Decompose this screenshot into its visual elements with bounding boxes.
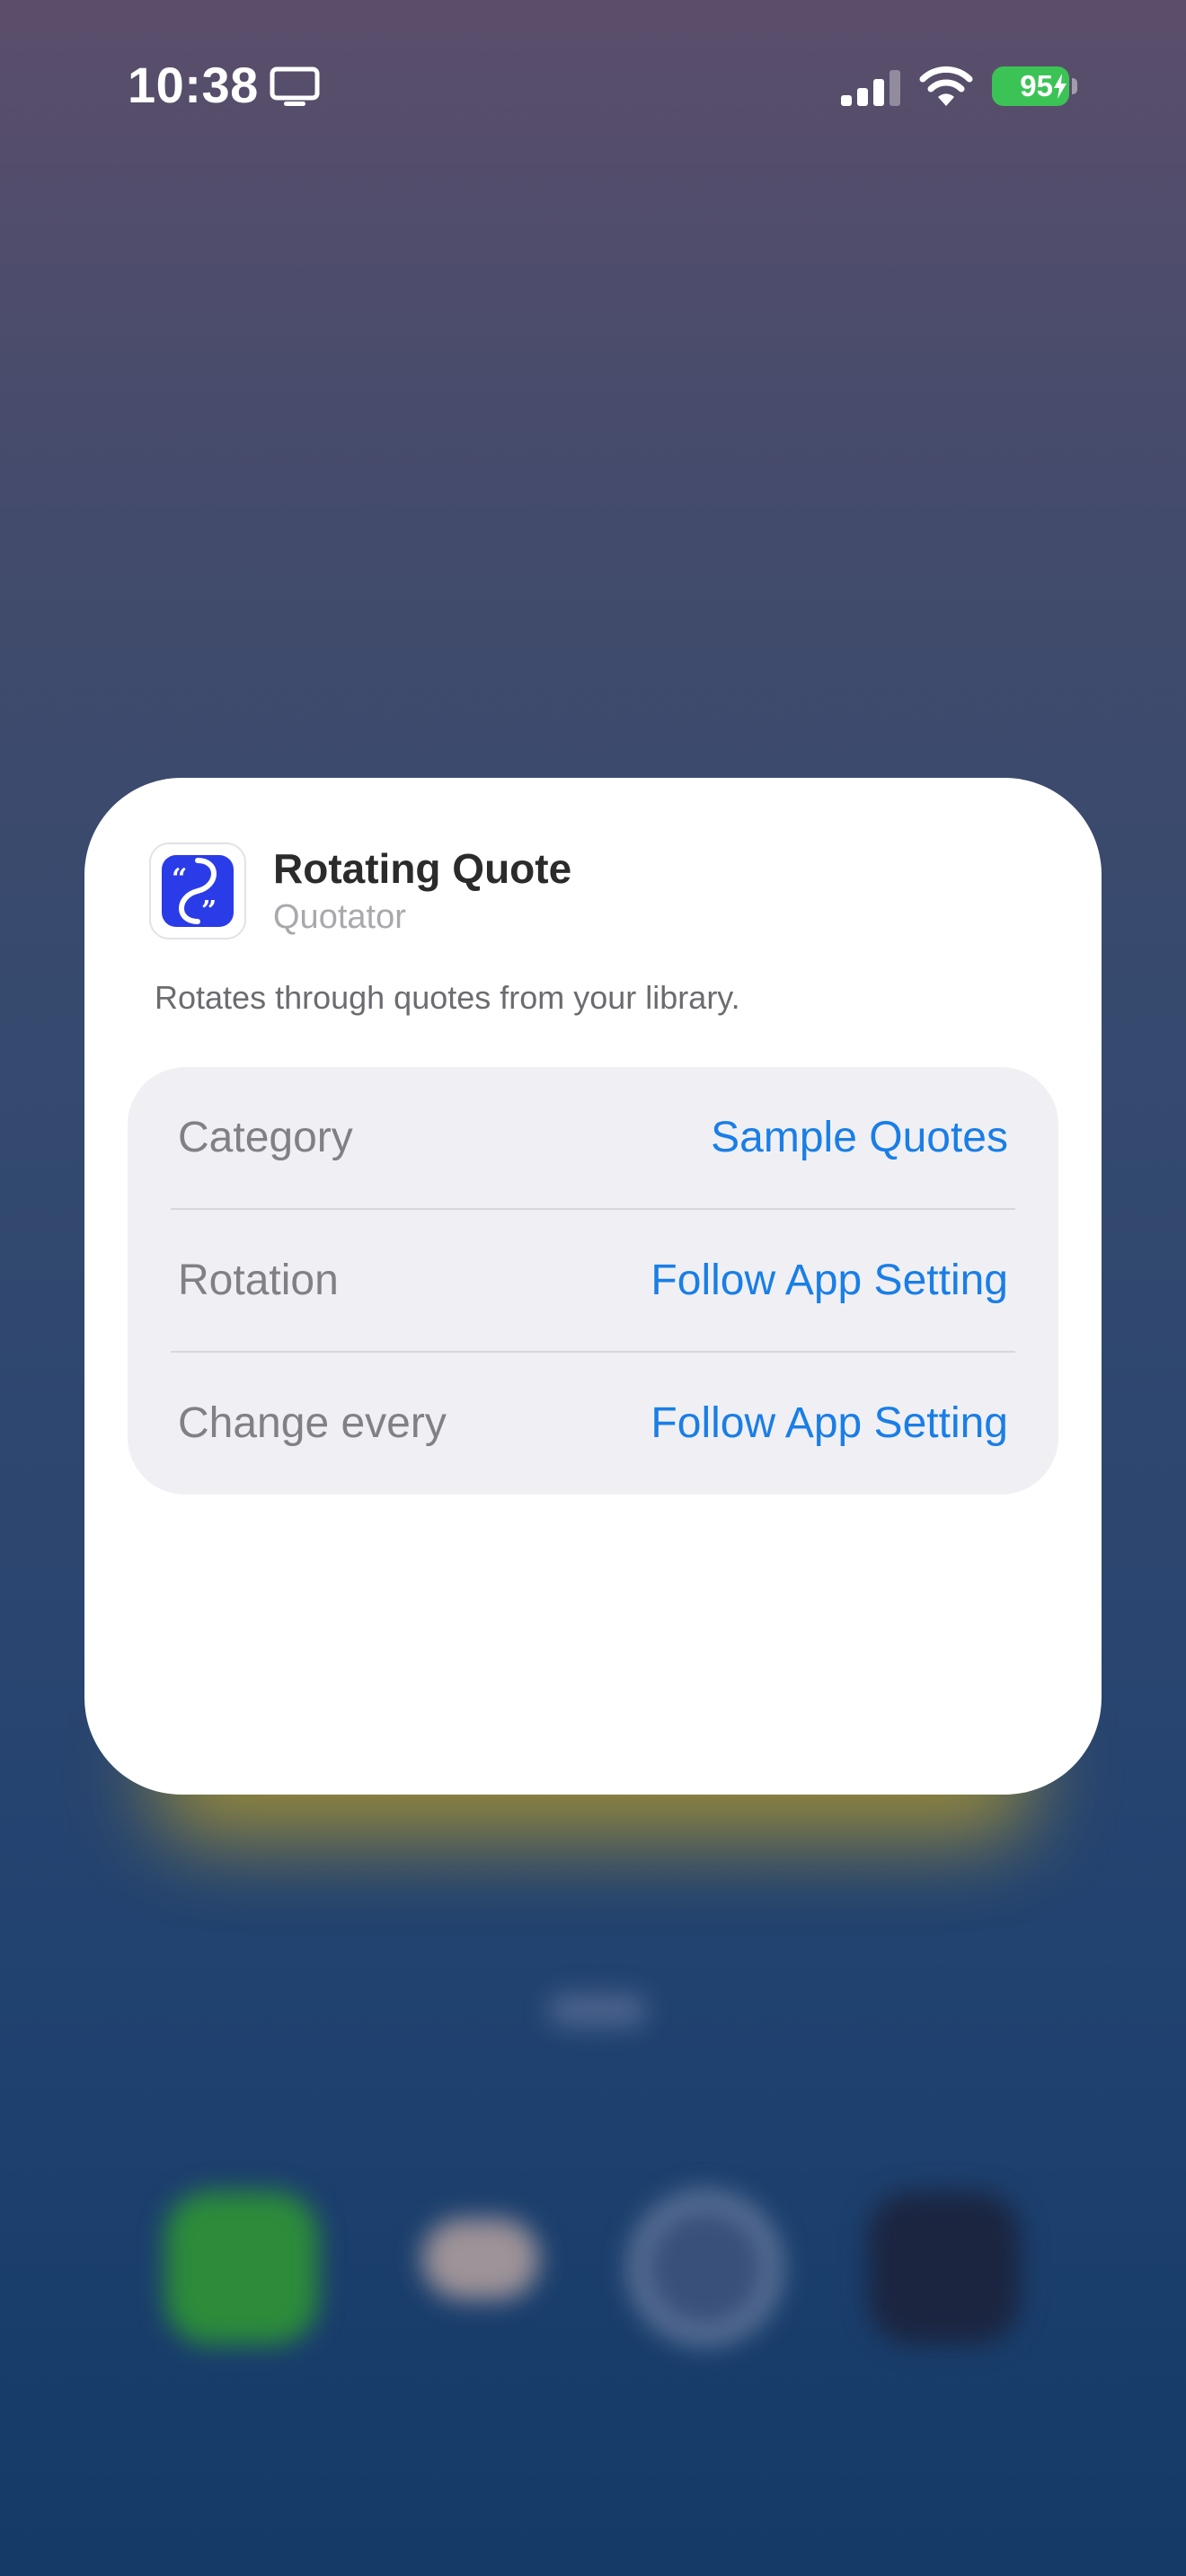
rotation-value-button[interactable]: Follow App Setting: [651, 1210, 1008, 1352]
app-name: Quotator: [273, 898, 406, 936]
change-every-value-button[interactable]: Follow App Setting: [651, 1353, 1008, 1495]
dock-safari-app-icon: [629, 2192, 782, 2344]
setting-label: Rotation: [178, 1257, 339, 1304]
setting-label: Change every: [178, 1399, 447, 1447]
dock-messages-app-icon: [422, 2219, 539, 2299]
wifi-icon: [919, 66, 973, 106]
setting-row-rotation[interactable]: Rotation Follow App Setting: [128, 1210, 1058, 1352]
widget-settings-group: Category Sample Quotes Rotation Follow A…: [128, 1067, 1058, 1495]
quote-app-icon: “ ”: [149, 842, 246, 940]
setting-row-change-every[interactable]: Change every Follow App Setting: [128, 1353, 1058, 1495]
cellular-signal-icon: [841, 70, 900, 106]
battery-percent: 95: [1020, 69, 1053, 102]
widget-description: Rotates through quotes from your library…: [155, 979, 740, 1016]
charging-bolt-icon: [1054, 74, 1067, 99]
svg-text:”: ”: [201, 895, 217, 927]
screen-mirroring-icon: [270, 66, 320, 106]
page-indicator: [548, 1994, 647, 2026]
widget-title: Rotating Quote: [273, 845, 572, 892]
battery-indicator: 95: [992, 66, 1069, 106]
battery-nub: [1072, 78, 1077, 94]
widget-config-card: “ ” Rotating Quote Quotator Rotates thro…: [84, 778, 1102, 1795]
setting-row-category[interactable]: Category Sample Quotes: [128, 1067, 1058, 1209]
category-value-button[interactable]: Sample Quotes: [711, 1067, 1008, 1209]
dock-phone-app-icon: [165, 2192, 318, 2344]
svg-text:“: “: [172, 863, 187, 895]
status-time: 10:38: [128, 57, 259, 113]
setting-label: Category: [178, 1114, 353, 1161]
dock-music-app-icon: [868, 2192, 1021, 2344]
